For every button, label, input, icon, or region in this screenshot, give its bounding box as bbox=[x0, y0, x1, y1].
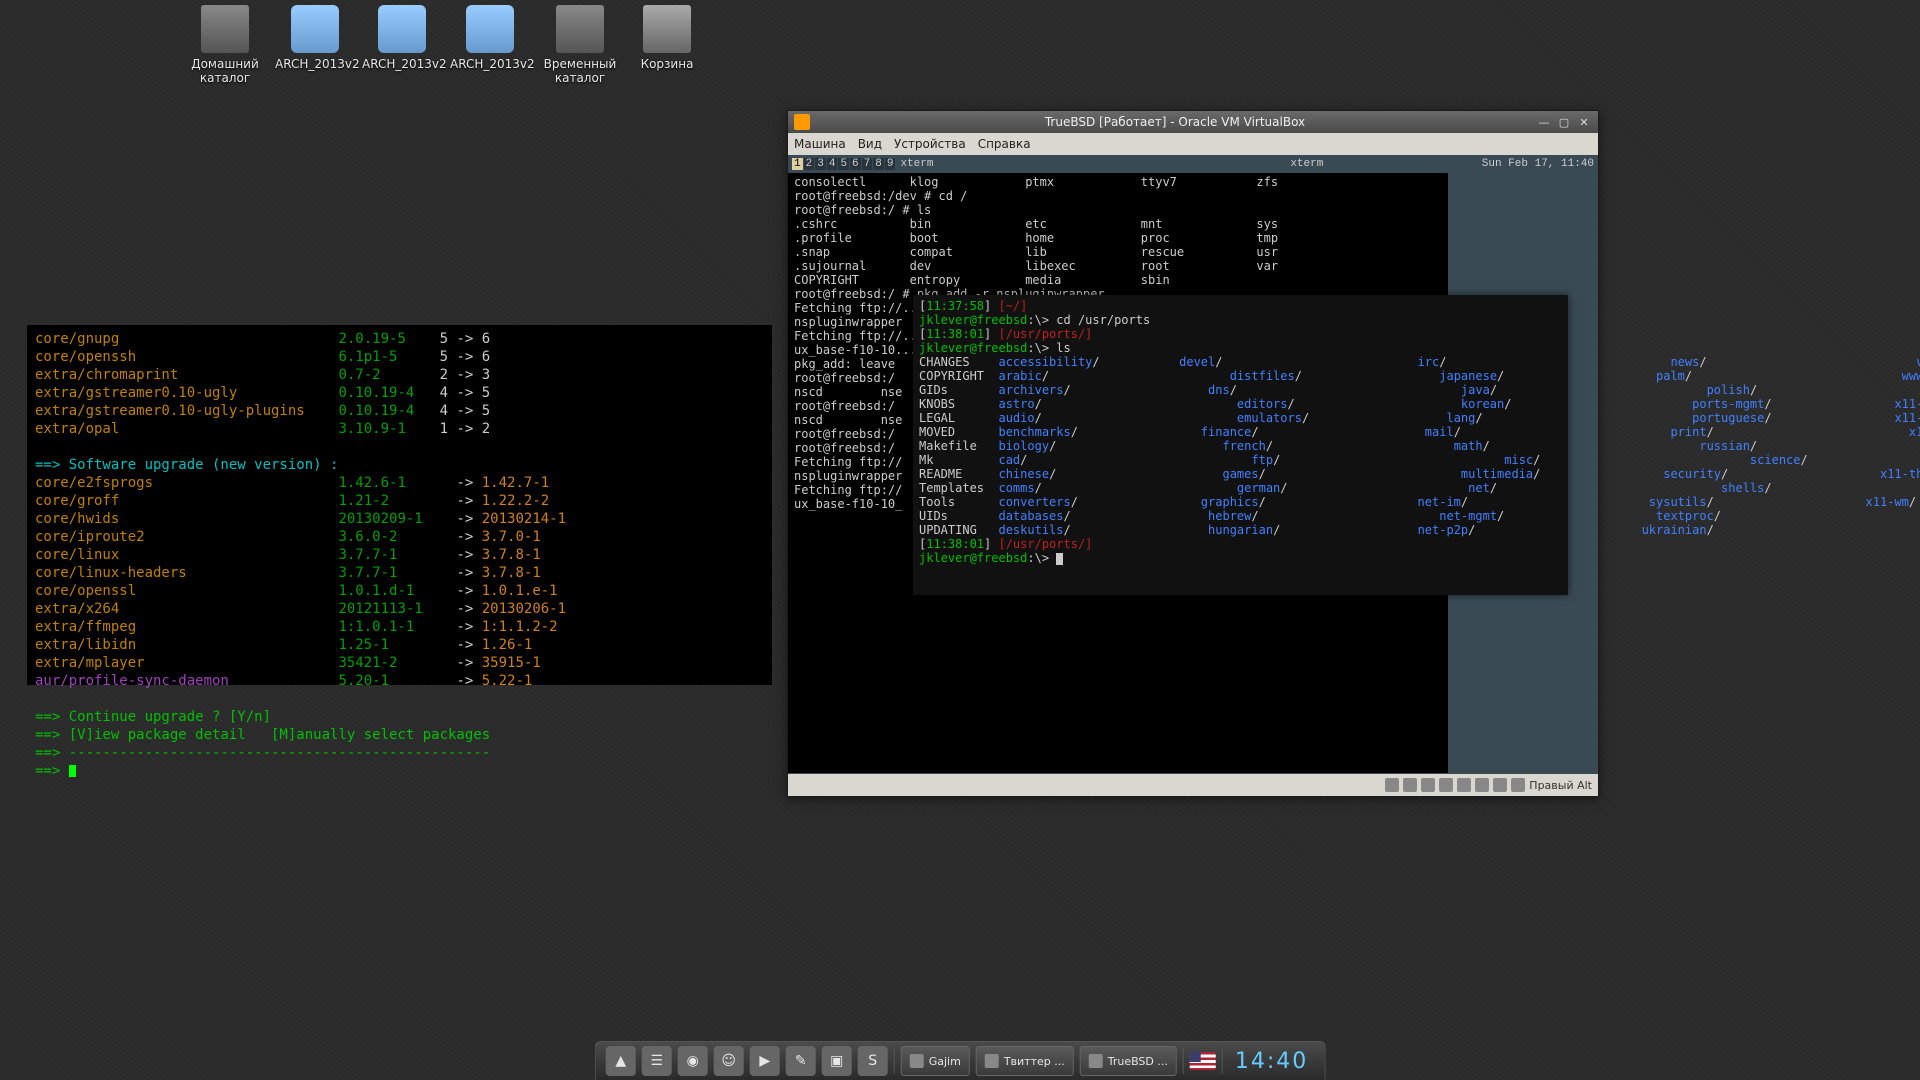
menu-item[interactable]: Машина bbox=[794, 137, 846, 151]
icon-label: Временныйкаталог bbox=[540, 57, 620, 85]
virtualbox-launcher[interactable]: ▣ bbox=[822, 1046, 852, 1076]
titlebar[interactable]: TrueBSD [Работает] - Oracle VM VirtualBo… bbox=[788, 111, 1598, 133]
task-button[interactable]: Твиттер ... bbox=[976, 1046, 1074, 1076]
desktop-icon[interactable]: ARCH_2013v2 bbox=[275, 5, 355, 71]
editor-launcher[interactable]: ✎ bbox=[786, 1046, 816, 1076]
desktop-icon[interactable]: Домашнийкаталог bbox=[185, 5, 265, 85]
keyboard-layout-us[interactable] bbox=[1190, 1052, 1216, 1070]
hdd-activity-icon[interactable] bbox=[1385, 778, 1399, 792]
icon-label: ARCH_2013v2 bbox=[362, 57, 442, 71]
mouse-integration-icon[interactable] bbox=[1493, 778, 1507, 792]
icon-label: ARCH_2013v2 bbox=[275, 57, 355, 71]
vm-display[interactable]: 123456789 xterm xterm Sun Feb 17, 11:40 … bbox=[788, 155, 1598, 774]
menu-item[interactable]: Справка bbox=[978, 137, 1031, 151]
virtualbox-statusbar: Правый Alt bbox=[788, 774, 1598, 796]
workspace-label-left: xterm bbox=[900, 155, 933, 173]
chrome-launcher[interactable]: ◉ bbox=[678, 1046, 708, 1076]
virtualbox-icon bbox=[794, 114, 810, 130]
workspace-tab[interactable]: 5 bbox=[838, 158, 849, 170]
hostkey-label: Правый Alt bbox=[1529, 779, 1592, 792]
minimize-button[interactable]: — bbox=[1536, 114, 1552, 130]
cd-activity-icon[interactable] bbox=[1403, 778, 1417, 792]
pidgin-launcher[interactable]: ☺ bbox=[714, 1046, 744, 1076]
display-icon[interactable] bbox=[1475, 778, 1489, 792]
workspace-tab[interactable]: 9 bbox=[885, 158, 896, 170]
desktop-icon[interactable]: Временныйкаталог bbox=[540, 5, 620, 85]
task-label: TrueBSD ... bbox=[1108, 1055, 1168, 1068]
taskbar-clock[interactable]: 14:40 bbox=[1235, 1049, 1308, 1074]
task-label: Твиттер ... bbox=[1004, 1055, 1065, 1068]
close-button[interactable]: ✕ bbox=[1576, 114, 1592, 130]
vm-clock: Sun Feb 17, 11:40 bbox=[1482, 158, 1594, 170]
gajim-icon bbox=[910, 1054, 924, 1068]
workspace-tab[interactable]: 3 bbox=[815, 158, 826, 170]
workspace-tab[interactable]: 2 bbox=[804, 158, 815, 170]
host-terminal[interactable]: core/gnupg 2.0.19-5 5 -> 6 core/openssh … bbox=[27, 325, 772, 685]
show-desktop-button[interactable]: ▲ bbox=[606, 1046, 636, 1076]
shared-folder-icon[interactable] bbox=[1457, 778, 1471, 792]
folder-icon bbox=[556, 5, 604, 53]
workspace-tab[interactable]: 4 bbox=[827, 158, 838, 170]
window-title: TrueBSD [Работает] - Oracle VM VirtualBo… bbox=[818, 115, 1532, 129]
network-activity-icon[interactable] bbox=[1439, 778, 1453, 792]
maximize-button[interactable]: ▢ bbox=[1556, 114, 1572, 130]
icon-label: Корзина bbox=[627, 57, 707, 71]
virtualbox-window: TrueBSD [Работает] - Oracle VM VirtualBo… bbox=[787, 110, 1599, 797]
task-button[interactable]: TrueBSD ... bbox=[1080, 1046, 1177, 1076]
vbox-icon bbox=[1089, 1054, 1103, 1068]
icon-label: ARCH_2013v2 bbox=[450, 57, 530, 71]
workspace-tab[interactable]: 7 bbox=[862, 158, 873, 170]
virtualbox-menubar: Машина Вид Устройства Справка bbox=[788, 133, 1598, 155]
usb-icon bbox=[378, 5, 426, 53]
twitter-icon bbox=[985, 1054, 999, 1068]
player-launcher[interactable]: ▶ bbox=[750, 1046, 780, 1076]
workspace-label-right: xterm bbox=[1290, 158, 1323, 170]
trash-icon bbox=[643, 5, 691, 53]
menu-item[interactable]: Устройства bbox=[894, 137, 966, 151]
desktop-icon[interactable]: Корзина bbox=[627, 5, 707, 71]
usb-icon bbox=[291, 5, 339, 53]
usb-icon bbox=[466, 5, 514, 53]
task-label: Gajim bbox=[929, 1055, 961, 1068]
workspace-tab[interactable]: 6 bbox=[850, 158, 861, 170]
menu-launcher[interactable]: ☰ bbox=[642, 1046, 672, 1076]
task-button[interactable]: Gajim bbox=[901, 1046, 970, 1076]
workspace-tab[interactable]: 1 bbox=[792, 158, 803, 170]
icon-label: Домашнийкаталог bbox=[185, 57, 265, 85]
desktop-icon[interactable]: ARCH_2013v2 bbox=[450, 5, 530, 71]
taskbar: ▲☰◉☺▶✎▣S Gajim Твиттер ... TrueBSD ... 14:40 bbox=[595, 1041, 1326, 1080]
hostkey-icon[interactable] bbox=[1511, 778, 1525, 792]
sublime-launcher[interactable]: S bbox=[858, 1046, 888, 1076]
workspace-tab[interactable]: 8 bbox=[873, 158, 884, 170]
desktop-icon[interactable]: ARCH_2013v2 bbox=[362, 5, 442, 71]
usb-activity-icon[interactable] bbox=[1421, 778, 1435, 792]
wm-statusbar[interactable]: 123456789 xterm xterm Sun Feb 17, 11:40 bbox=[788, 155, 1598, 173]
folder-icon bbox=[201, 5, 249, 53]
vm-user-terminal[interactable]: [11:37:58] [~/] jklever@freebsd:\> cd /u… bbox=[913, 295, 1568, 595]
menu-item[interactable]: Вид bbox=[858, 137, 882, 151]
